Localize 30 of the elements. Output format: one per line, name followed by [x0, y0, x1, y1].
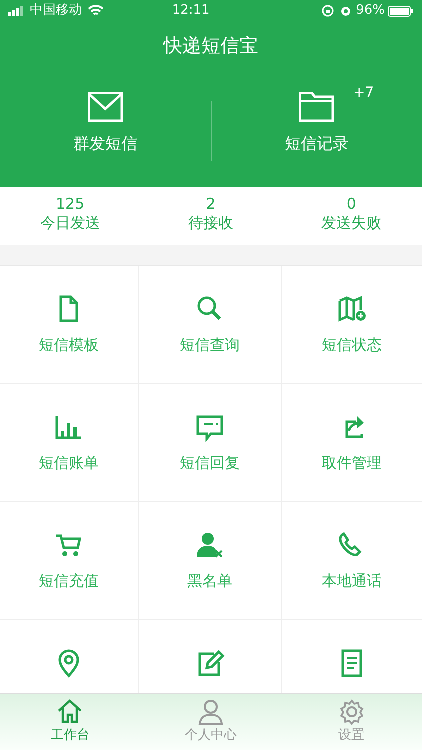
stat-label: 今日发送 — [39, 214, 102, 232]
menu-tile[interactable]: 短信查询 — [139, 266, 282, 384]
menu-tile[interactable]: 短信回复 — [139, 384, 282, 502]
group-send-button[interactable]: 群发短信 — [0, 90, 210, 170]
menu-tile[interactable]: 短信账单 — [0, 384, 139, 502]
status-time: 12:11 — [171, 2, 211, 20]
tab-item[interactable]: 个人中心 — [140, 694, 282, 750]
signal-icon — [8, 6, 26, 16]
envelope-icon — [88, 92, 123, 122]
unread-count: +7 — [354, 84, 374, 102]
app-title: 快递短信宝 — [162, 34, 260, 59]
stat-label: 待接收 — [188, 214, 234, 232]
home-icon — [56, 698, 84, 726]
tab-item[interactable]: 工作台 — [0, 694, 141, 750]
menu-tile[interactable]: 黑名单 — [139, 502, 282, 620]
menu-tile[interactable]: 短信充值 — [0, 502, 139, 620]
map-icon — [336, 294, 368, 324]
stat-label: 发送失败 — [320, 214, 383, 232]
settings-icon — [338, 698, 366, 726]
battery-icon — [388, 6, 414, 16]
wifi-icon — [88, 5, 104, 17]
stat-value: 125 — [55, 195, 86, 214]
folder-icon — [299, 92, 334, 122]
stat-value: 0 — [346, 195, 358, 214]
carrier-name: 中国移动 — [30, 2, 82, 20]
tab-item[interactable]: 设置 — [281, 694, 422, 750]
battery-percent: 96% — [356, 2, 385, 20]
menu-tile[interactable]: 短信模板 — [0, 266, 139, 384]
stat-value: 2 — [205, 195, 217, 214]
user-icon — [197, 698, 225, 726]
